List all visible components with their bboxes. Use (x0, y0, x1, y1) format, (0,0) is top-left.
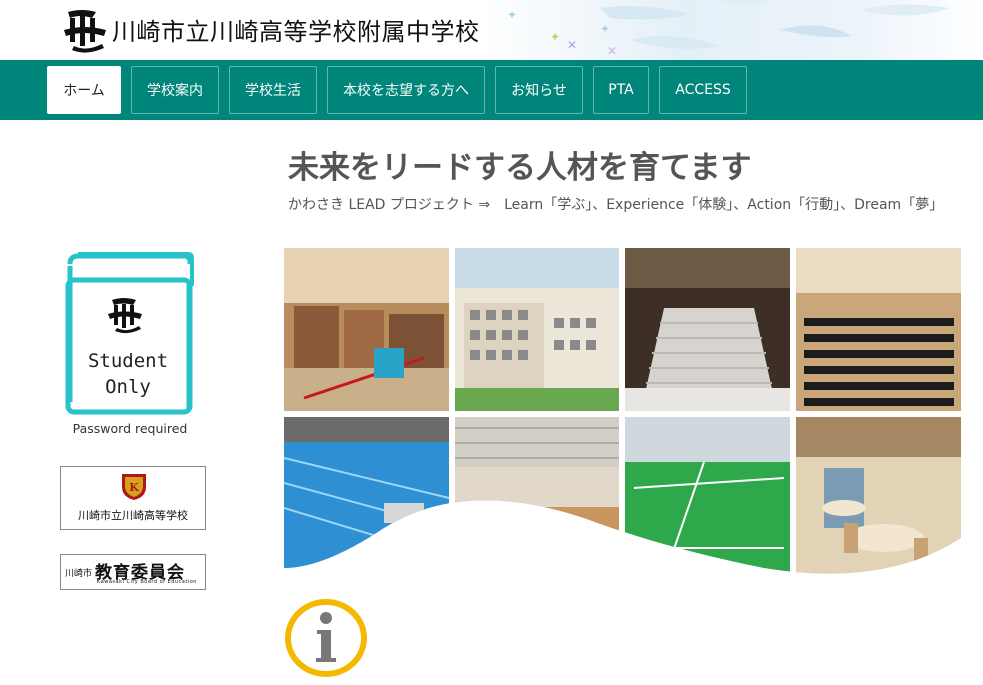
student-only-label[interactable]: Student Only (70, 348, 186, 400)
nav-school-life[interactable]: 学校生活 (229, 66, 317, 114)
auditorium-photo (796, 248, 961, 411)
nav-applicants[interactable]: 本校を志望する方へ (327, 66, 485, 114)
library-photo (284, 248, 449, 411)
site-header: 川崎市立川崎高等学校附属中学校 ✦ ✦ ✕ ✦ ✕ (0, 0, 983, 60)
nav-access[interactable]: ACCESS (659, 66, 747, 114)
highschool-crest-icon: K (122, 474, 146, 500)
cafeteria-photo (796, 417, 961, 574)
rooftop-field-photo (625, 417, 790, 574)
board-city-label: 川崎市 (65, 569, 93, 579)
pool-photo (284, 417, 450, 574)
board-english-name: Kawasaki City Board of Education (97, 579, 197, 585)
sparkle-icon: ✕ (607, 44, 618, 58)
highschool-banner[interactable]: K 川崎市立川崎高等学校 (60, 466, 206, 530)
nav-school-info[interactable]: 学校案内 (131, 66, 219, 114)
sparkle-icon: ✦ (550, 30, 561, 44)
board-of-education-banner[interactable]: 川崎市 教育委員会 Kawasaki City Board of Educati… (60, 554, 206, 590)
main-nav: ホーム 学校案内 学校生活 本校を志望する方へ お知らせ PTA ACCESS (0, 60, 983, 120)
password-note: Password required (72, 421, 188, 436)
page-title: 未来をリードする人材を育てます (288, 150, 752, 186)
building-photo (455, 248, 619, 411)
student-only-line2: Only (105, 376, 151, 398)
nav-news[interactable]: お知らせ (495, 66, 583, 114)
svg-text:K: K (129, 481, 139, 494)
staircase-photo (625, 248, 790, 411)
highschool-banner-label: 川崎市立川崎高等学校 (78, 509, 188, 522)
info-icon[interactable] (284, 598, 368, 678)
page-subtitle: かわさき LEAD プロジェクト ⇒ Learn「学ぶ」、Experience「… (288, 197, 944, 213)
sparkle-icon: ✕ (567, 38, 578, 52)
site-title[interactable]: 川崎市立川崎高等学校附属中学校 (112, 12, 480, 47)
student-only-line1: Student (87, 350, 169, 372)
photo-grid-canvas (284, 248, 961, 574)
nav-pta[interactable]: PTA (593, 66, 649, 114)
nav-home[interactable]: ホーム (47, 66, 121, 114)
gymnasium-photo (455, 417, 619, 574)
school-emblem-icon[interactable] (62, 6, 108, 54)
campus-photo-grid (284, 248, 961, 578)
sparkle-icon: ✦ (600, 22, 611, 36)
sparkle-icon: ✦ (507, 8, 518, 22)
